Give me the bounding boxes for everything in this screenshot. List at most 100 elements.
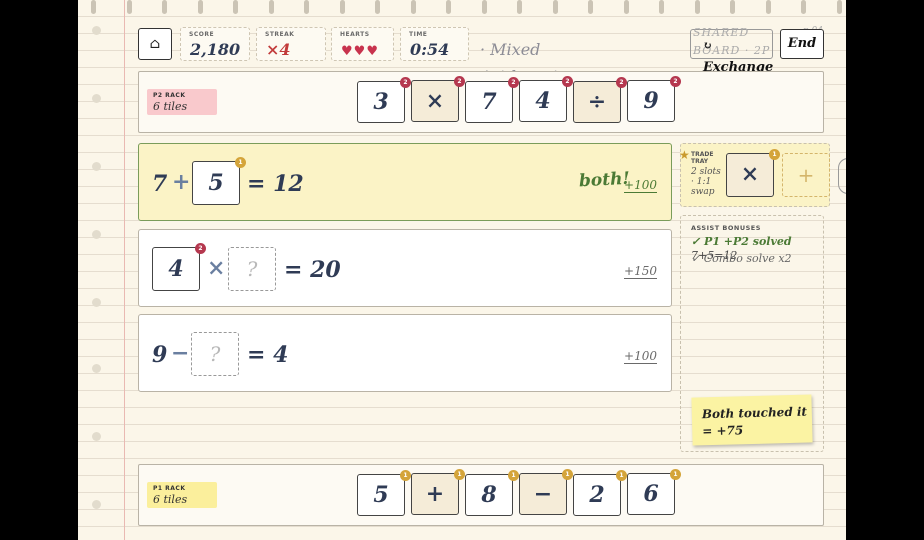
trade-tray-tile-value: × <box>740 161 760 187</box>
exchange-icon: ↻ <box>703 39 713 52</box>
owner-badge: 2 <box>454 76 465 87</box>
equation-row: 4 2 × ? = 20 +150 <box>138 229 672 307</box>
rack-tile[interactable]: × 2 <box>411 76 465 122</box>
spiral-ring <box>233 0 238 14</box>
owner-badge: 2 <box>508 77 519 88</box>
spiral-ring <box>481 0 487 14</box>
spiral-ring <box>162 0 167 14</box>
spiral-ring <box>552 0 558 14</box>
spiral-ring <box>91 0 96 14</box>
exchange-button[interactable]: SHARED BOARD · 2P ↻ Exchange <box>690 26 773 75</box>
rack-tile[interactable]: 72 <box>465 77 519 123</box>
spiral-ring <box>659 0 664 14</box>
heart-icon: ♥ <box>341 44 353 59</box>
p1-rack-count: 6 tiles <box>153 493 188 506</box>
rack-tile[interactable]: 21 <box>573 470 627 516</box>
owner-badge: 2 <box>195 243 206 254</box>
equation-points: +100 <box>624 178 657 193</box>
rack-tile[interactable]: 92 <box>627 76 681 122</box>
trade-tray-tile[interactable]: × 1 <box>726 149 780 197</box>
p2-rack-count: 6 tiles <box>153 100 188 113</box>
equation-result: = 12 <box>247 171 304 197</box>
rack-tile[interactable]: 32 <box>357 77 411 123</box>
rack-tile-value: 8 <box>481 482 497 508</box>
equation-points: +150 <box>624 264 657 279</box>
spiral-ring <box>801 0 806 14</box>
star-icon: ★ <box>679 148 690 162</box>
owner-badge: 1 <box>616 470 627 481</box>
placed-tile[interactable]: 5 1 <box>192 157 246 205</box>
binder-hole <box>92 230 101 239</box>
equation-operator: − <box>171 340 190 366</box>
spiral-ring <box>446 0 451 14</box>
spiral-ring <box>623 0 629 14</box>
owner-badge: 1 <box>670 469 681 480</box>
binder-hole <box>92 162 101 171</box>
rack-tile-value: 3 <box>373 89 389 115</box>
home-button[interactable]: ⌂ <box>138 28 172 60</box>
owner-badge: 1 <box>235 157 246 168</box>
p2-rack: P2 RACK 6 tiles 3 2 × 2 7 2 4 2 ÷ 2 9 2 <box>138 71 824 133</box>
equation-result: = 4 <box>247 342 289 368</box>
rack-tile-value: 5 <box>373 482 389 508</box>
owner-badge: 1 <box>562 469 573 480</box>
binder-hole <box>92 94 101 103</box>
trade-tray-empty-slot[interactable]: + <box>782 153 830 197</box>
rack-tile[interactable]: −1 <box>519 469 573 515</box>
rack-tile-value: 4 <box>535 88 551 114</box>
rack-tile-value: − <box>533 481 553 507</box>
spiral-ring <box>375 0 380 14</box>
equation-points: +100 <box>624 349 657 364</box>
assist-line-2b: ✓ Combo solve x2 <box>691 252 792 265</box>
owner-badge: 2 <box>400 77 411 88</box>
empty-slot[interactable]: ? <box>228 247 276 291</box>
rack-tile[interactable]: 61 <box>627 469 681 515</box>
binder-hole <box>92 298 101 307</box>
rack-tile[interactable]: 51 <box>357 470 411 516</box>
rack-tile[interactable]: 42 <box>519 76 573 122</box>
owner-badge: 2 <box>670 76 681 87</box>
trade-tray-label-line2: TRAY <box>691 158 709 165</box>
score-panel: SCORE 2,180 <box>180 27 250 61</box>
spiral-ring <box>588 0 593 14</box>
owner-badge: 1 <box>400 470 411 481</box>
binder-hole <box>92 500 101 509</box>
margin-line <box>124 0 125 540</box>
equation-operator: × <box>207 255 226 281</box>
notebook-page: ⌂ SCORE 2,180 STREAK ×4 HEARTS ♥♥♥ TIME … <box>78 0 846 540</box>
binder-hole <box>92 432 101 441</box>
spiral-ring <box>694 0 700 14</box>
score-label: SCORE <box>189 31 215 38</box>
placed-tile[interactable]: 4 2 <box>152 243 206 291</box>
hearts-row: ♥♥♥ <box>341 40 379 59</box>
spiral-ring <box>410 0 416 14</box>
trade-tray-label: TRADE TRAY <box>691 151 713 165</box>
tray-scroll-handle[interactable] <box>838 158 846 194</box>
heart-icon: ♥ <box>366 44 378 59</box>
rack-tile-value: 9 <box>643 88 659 114</box>
owner-badge: 2 <box>616 77 627 88</box>
empty-slot[interactable]: ? <box>191 332 239 376</box>
rack-tile[interactable]: +1 <box>411 469 465 515</box>
rack-tile-value: ÷ <box>587 89 607 115</box>
placed-tile-value: 5 <box>208 170 224 196</box>
assist-line-1: ✓ P1 +P2 solved <box>691 235 792 248</box>
hearts-panel: HEARTS ♥♥♥ <box>331 27 394 61</box>
equation-left-operand: 7 <box>152 171 168 197</box>
equation-row-solved: 7 + 5 1 = 12 both! +100 <box>138 143 672 221</box>
p1-rack-tag: P1 RACK 6 tiles <box>147 482 217 508</box>
note-line-1: Both touched it <box>701 404 808 422</box>
owner-badge: 1 <box>454 469 465 480</box>
spiral-ring <box>304 0 309 14</box>
time-panel: TIME 0:54 <box>400 27 469 61</box>
end-button[interactable]: End <box>780 29 824 59</box>
trade-tray: ★ TRADE TRAY 2 slots · 1:1 swap × 1 + <box>679 143 830 207</box>
time-value: 0:54 <box>410 40 450 59</box>
spiral-ring <box>730 0 735 14</box>
equation-result: = 20 <box>284 257 341 283</box>
trade-tray-label-line1: TRADE <box>691 151 714 158</box>
rack-tile[interactable]: ÷ 2 <box>573 77 627 123</box>
note-line-2: = +75 <box>702 423 744 439</box>
rack-tile-value: + <box>425 481 445 507</box>
rack-tile[interactable]: 81 <box>465 470 519 516</box>
